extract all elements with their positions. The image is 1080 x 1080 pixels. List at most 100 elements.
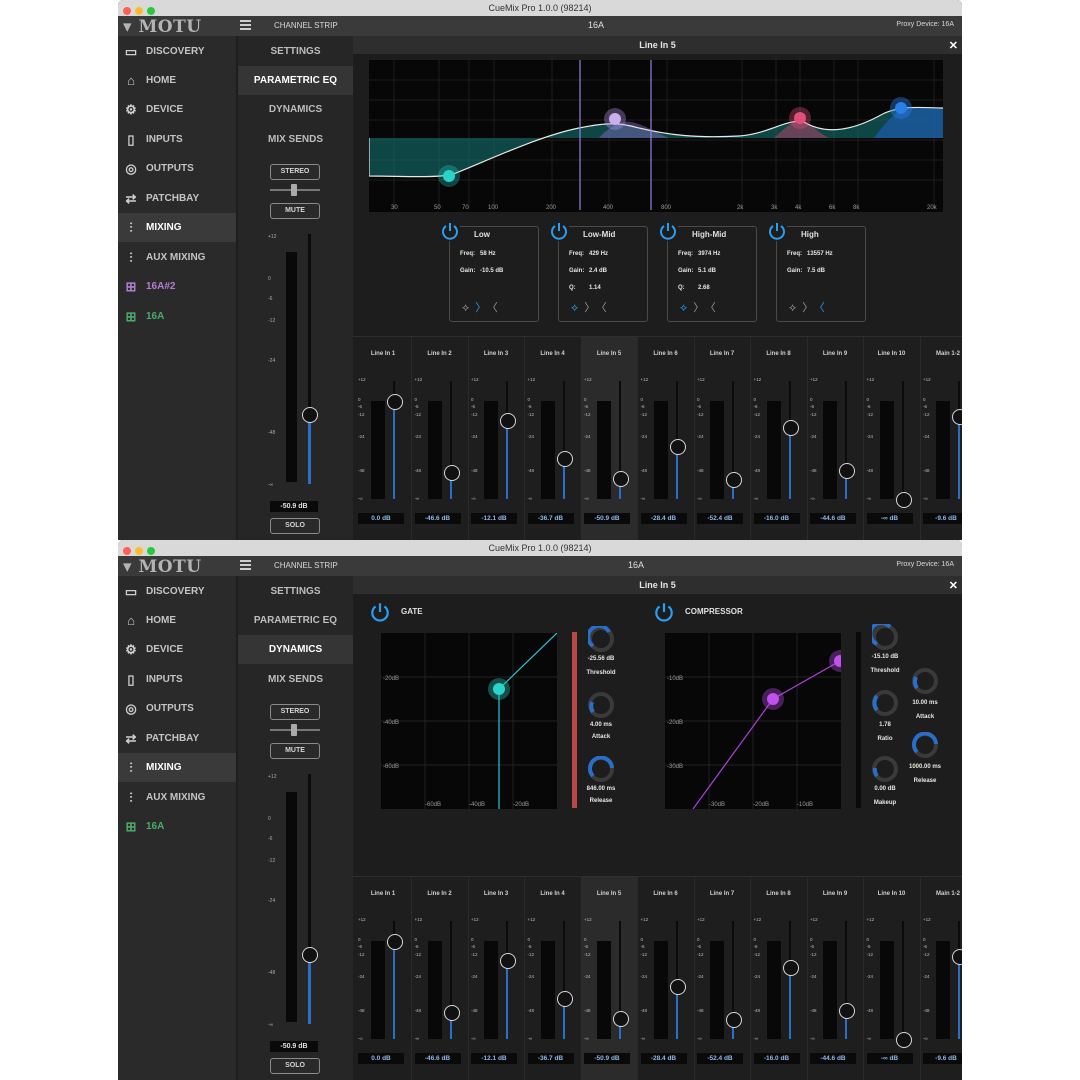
comp-release-knob[interactable] bbox=[912, 732, 938, 758]
strip-value[interactable]: -50.9 dB bbox=[584, 1053, 630, 1064]
gate-release-knob[interactable] bbox=[588, 756, 614, 782]
strip-value[interactable]: -52.4 dB bbox=[697, 1053, 743, 1064]
strip-value[interactable]: -46.6 dB bbox=[414, 513, 461, 524]
strip-name[interactable]: Line In 8 bbox=[751, 891, 807, 897]
strip-value[interactable]: -∞ dB bbox=[866, 1053, 913, 1064]
sidebar-item-inputs[interactable]: ▯ INPUTS bbox=[118, 665, 236, 694]
strip-name[interactable]: Line In 4 bbox=[525, 351, 581, 357]
strip-value[interactable]: 0.0 dB bbox=[358, 513, 404, 524]
mute-button[interactable]: MUTE bbox=[270, 743, 320, 759]
strip-fader-handle[interactable] bbox=[726, 471, 742, 488]
strip-fader-handle[interactable] bbox=[895, 492, 912, 508]
strip-fader-handle[interactable] bbox=[500, 412, 516, 429]
sidebar-item-device[interactable]: ⚙ DEVICE bbox=[118, 95, 236, 124]
sidebar-item-inputs[interactable]: ▯ INPUTS bbox=[118, 125, 236, 154]
strip-fader-handle[interactable] bbox=[556, 450, 573, 467]
close-window-button[interactable] bbox=[123, 7, 131, 15]
strip-value[interactable]: -44.6 dB bbox=[810, 1053, 856, 1064]
tab-parametric-eq[interactable]: PARAMETRIC EQ bbox=[238, 606, 353, 635]
menu-icon[interactable] bbox=[240, 20, 251, 31]
strip-fader-handle[interactable] bbox=[839, 462, 855, 479]
fader-handle[interactable] bbox=[302, 407, 318, 423]
comp-threshold-knob[interactable] bbox=[872, 624, 898, 650]
strip-value[interactable]: -52.4 dB bbox=[697, 513, 743, 524]
tab-dynamics[interactable]: DYNAMICS bbox=[238, 635, 353, 664]
close-icon[interactable]: ✕ bbox=[949, 577, 958, 595]
mute-button[interactable]: MUTE bbox=[270, 203, 320, 219]
filter-shape-selector[interactable]: ⟡〉〈 bbox=[680, 299, 722, 315]
strip-fader-handle[interactable] bbox=[952, 949, 962, 966]
strip-fader-handle[interactable] bbox=[387, 934, 403, 951]
strip-value[interactable]: -12.1 dB bbox=[471, 513, 517, 524]
sidebar-item-16a-2[interactable]: ⊞ 16A#2 bbox=[118, 272, 236, 301]
tab-mix-sends[interactable]: MIX SENDS bbox=[238, 665, 353, 694]
strip-name[interactable]: Line In 10 bbox=[864, 891, 920, 897]
sidebar-item-discovery[interactable]: ▭ DISCOVERY bbox=[118, 37, 236, 66]
strip-name[interactable]: Line In 9 bbox=[807, 351, 863, 357]
stereo-button[interactable]: STEREO bbox=[270, 704, 320, 720]
pan-handle[interactable] bbox=[291, 184, 297, 196]
strip-value[interactable]: -16.0 dB bbox=[753, 513, 800, 524]
stereo-button[interactable]: STEREO bbox=[270, 164, 320, 180]
strip-name[interactable]: Line In 5 bbox=[581, 351, 637, 357]
pan-slider[interactable] bbox=[270, 724, 320, 736]
fader-handle[interactable] bbox=[302, 947, 318, 963]
tab-dynamics[interactable]: DYNAMICS bbox=[238, 95, 353, 124]
sidebar-item-outputs[interactable]: ◎ OUTPUTS bbox=[118, 154, 236, 183]
strip-fader-handle[interactable] bbox=[782, 960, 799, 977]
pan-slider[interactable] bbox=[270, 184, 320, 196]
sidebar-item-mixing[interactable]: ⫶ MIXING bbox=[118, 753, 236, 782]
strip-fader-handle[interactable] bbox=[443, 464, 460, 481]
minimize-window-button[interactable] bbox=[135, 547, 143, 555]
eq-graph[interactable]: 30 50 70 100 200 400 800 2k 3k 4k 6k 8k 20k bbox=[368, 60, 944, 212]
zoom-window-button[interactable] bbox=[147, 7, 155, 15]
strip-fader-handle[interactable] bbox=[613, 470, 629, 487]
strip-fader-handle[interactable] bbox=[500, 952, 516, 969]
filter-shape-selector[interactable]: ⟡〉〈 bbox=[571, 299, 613, 315]
minimize-window-button[interactable] bbox=[135, 7, 143, 15]
strip-value[interactable]: -28.4 dB bbox=[640, 1053, 687, 1064]
strip-name[interactable]: Line In 8 bbox=[751, 351, 807, 357]
channel-fader[interactable]: +12 0 -6 -12 -24 -48 -∞ bbox=[268, 234, 322, 492]
strip-fader-handle[interactable] bbox=[613, 1010, 629, 1027]
strip-fader-handle[interactable] bbox=[726, 1011, 742, 1028]
gate-threshold-knob[interactable] bbox=[588, 626, 614, 652]
power-icon[interactable] bbox=[658, 221, 678, 241]
strip-name[interactable]: Line In 5 bbox=[581, 891, 637, 897]
strip-name[interactable]: Line In 7 bbox=[694, 891, 750, 897]
tab-settings[interactable]: SETTINGS bbox=[238, 37, 353, 66]
power-icon[interactable] bbox=[440, 221, 460, 241]
sidebar-item-patchbay[interactable]: ⇄ PATCHBAY bbox=[118, 724, 236, 753]
strip-value[interactable]: -9.6 dB bbox=[923, 1053, 962, 1064]
compressor-power-icon[interactable] bbox=[653, 601, 675, 623]
gate-attack-knob[interactable] bbox=[588, 692, 614, 718]
motu-logo[interactable]: ▾ MOTU bbox=[123, 17, 202, 37]
strip-value[interactable]: -28.4 dB bbox=[640, 513, 687, 524]
strip-fader-handle[interactable] bbox=[443, 1004, 460, 1021]
channel-fader[interactable]: +12 0 -6 -12 -24 -48 -∞ bbox=[268, 774, 322, 1032]
strip-fader-handle[interactable] bbox=[895, 1032, 912, 1048]
menu-icon[interactable] bbox=[240, 560, 251, 571]
solo-button[interactable]: SOLO bbox=[270, 518, 320, 534]
sidebar-item-home[interactable]: ⌂ HOME bbox=[118, 606, 236, 635]
strip-value[interactable]: -46.6 dB bbox=[414, 1053, 461, 1064]
gate-graph[interactable]: -20dB -40dB -60dB -60dB -40dB -20dB bbox=[381, 632, 558, 809]
sidebar-item-aux-mixing[interactable]: ⫶ AUX MIXING bbox=[118, 243, 236, 272]
strip-value[interactable]: -36.7 dB bbox=[527, 1053, 574, 1064]
tab-mix-sends[interactable]: MIX SENDS bbox=[238, 125, 353, 154]
strip-value[interactable]: -36.7 dB bbox=[527, 513, 574, 524]
strip-fader-handle[interactable] bbox=[839, 1002, 855, 1019]
tab-parametric-eq[interactable]: PARAMETRIC EQ bbox=[238, 66, 353, 95]
sidebar-item-mixing[interactable]: ⫶ MIXING bbox=[118, 213, 236, 242]
sidebar-item-device[interactable]: ⚙ DEVICE bbox=[118, 635, 236, 664]
strip-name[interactable]: Line In 2 bbox=[412, 351, 468, 357]
power-icon[interactable] bbox=[549, 221, 569, 241]
strip-name[interactable]: Main 1-2 bbox=[920, 351, 962, 357]
strip-value[interactable]: -9.6 dB bbox=[923, 513, 962, 524]
strip-fader-handle[interactable] bbox=[387, 394, 403, 411]
strip-value[interactable]: -50.9 dB bbox=[584, 513, 630, 524]
comp-attack-knob[interactable] bbox=[912, 668, 938, 694]
sidebar-item-discovery[interactable]: ▭ DISCOVERY bbox=[118, 577, 236, 606]
sidebar-item-16a[interactable]: ⊞ 16A bbox=[118, 812, 236, 841]
strip-name[interactable]: Line In 4 bbox=[525, 891, 581, 897]
